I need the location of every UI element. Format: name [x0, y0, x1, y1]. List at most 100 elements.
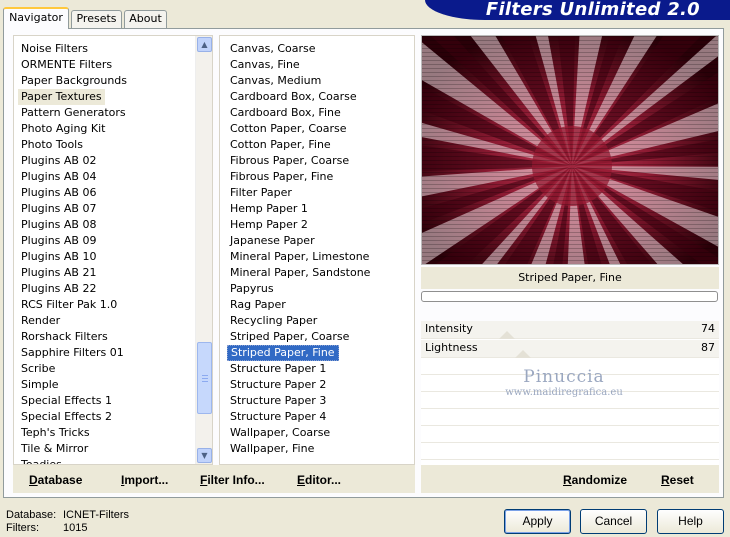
database-button[interactable]: Database — [29, 473, 82, 487]
list-item[interactable]: Paper Backgrounds — [18, 73, 130, 89]
slider-label: Lightness — [425, 341, 478, 354]
slider-value: 87 — [701, 341, 715, 354]
slider-lightness[interactable]: Lightness 87 — [421, 340, 719, 358]
slider-value: 74 — [701, 322, 715, 335]
list-item[interactable]: Recycling Paper — [227, 313, 320, 329]
list-item[interactable]: Structure Paper 2 — [227, 377, 329, 393]
tab-navigator[interactable]: Navigator — [3, 7, 69, 29]
tab-about[interactable]: About — [124, 10, 167, 28]
list-item[interactable]: Special Effects 1 — [18, 393, 115, 409]
editor-button[interactable]: Editor... — [297, 473, 341, 487]
list-item[interactable]: Filter Paper — [227, 185, 295, 201]
list-item[interactable]: Cardboard Box, Fine — [227, 105, 344, 121]
category-scrollbar[interactable]: ▲ ▼ — [195, 36, 212, 464]
list-item[interactable]: Cotton Paper, Fine — [227, 137, 334, 153]
list-item[interactable]: Hemp Paper 2 — [227, 217, 311, 233]
list-item[interactable]: Pattern Generators — [18, 105, 129, 121]
list-item[interactable]: ORMENTE Filters — [18, 57, 115, 73]
list-item[interactable]: Structure Paper 3 — [227, 393, 329, 409]
list-item[interactable]: Mineral Paper, Sandstone — [227, 265, 373, 281]
import-button[interactable]: Import... — [121, 473, 168, 487]
filter-info-button[interactable]: Filter Info... — [200, 473, 265, 487]
list-item[interactable]: Cotton Paper, Coarse — [227, 121, 350, 137]
list-item[interactable]: Cardboard Box, Coarse — [227, 89, 360, 105]
list-item[interactable]: Noise Filters — [18, 41, 91, 57]
list-item[interactable]: Tile & Mirror — [18, 441, 91, 457]
list-item[interactable]: Render — [18, 313, 63, 329]
preview-artwork — [422, 36, 718, 264]
empty-slider-row — [421, 410, 719, 426]
list-item[interactable]: Plugins AB 07 — [18, 201, 99, 217]
empty-slider-row — [421, 444, 719, 460]
list-item[interactable]: Toadies — [18, 457, 65, 464]
list-item[interactable]: Teph's Tricks — [18, 425, 93, 441]
list-item[interactable]: Photo Tools — [18, 137, 86, 153]
list-item[interactable]: Structure Paper 1 — [227, 361, 329, 377]
filter-list[interactable]: Canvas, Coarse Canvas, Fine Canvas, Medium… — [219, 35, 415, 465]
scroll-down-icon[interactable]: ▼ — [197, 448, 212, 463]
preview-filter-name: Striped Paper, Fine — [421, 267, 719, 289]
status-label: Filters: — [6, 522, 39, 534]
title-banner: Filters Unlimited 2.0 — [425, 0, 730, 20]
slider-thumb[interactable] — [515, 350, 531, 358]
list-item[interactable]: Rorshack Filters — [18, 329, 111, 345]
parameter-sliders: Intensity 74 Lightness 87 — [421, 321, 719, 465]
empty-slider-row — [421, 427, 719, 443]
list-item[interactable]: Canvas, Coarse — [227, 41, 319, 57]
list-item[interactable]: Plugins AB 21 — [18, 265, 99, 281]
list-item[interactable]: Striped Paper, Fine — [227, 345, 339, 361]
list-item[interactable]: Striped Paper, Coarse — [227, 329, 352, 345]
app-title: Filters Unlimited 2.0 — [485, 0, 700, 20]
list-item[interactable]: Sapphire Filters 01 — [18, 345, 127, 361]
status-value: 1015 — [63, 522, 88, 534]
cancel-button[interactable]: Cancel — [580, 509, 647, 534]
list-item[interactable]: Papyrus — [227, 281, 277, 297]
reset-button[interactable]: Reset — [661, 473, 694, 487]
list-item[interactable]: Scribe — [18, 361, 58, 377]
filter-actions-bar: Database Import... Filter Info... Editor… — [13, 465, 415, 493]
list-item[interactable]: Plugins AB 09 — [18, 233, 99, 249]
list-item[interactable]: Paper Textures — [18, 89, 105, 105]
list-item[interactable]: Plugins AB 06 — [18, 185, 99, 201]
status-filters: Filters: 1015 — [6, 522, 87, 534]
list-item[interactable]: Fibrous Paper, Fine — [227, 169, 336, 185]
list-item[interactable]: Plugins AB 22 — [18, 281, 99, 297]
list-item[interactable]: Fibrous Paper, Coarse — [227, 153, 352, 169]
list-item[interactable]: Special Effects 2 — [18, 409, 115, 425]
list-item[interactable]: Mineral Paper, Limestone — [227, 249, 372, 265]
status-value: ICNET-Filters — [63, 509, 129, 521]
tab-presets[interactable]: Presets — [71, 10, 122, 28]
list-item[interactable]: Wallpaper, Coarse — [227, 425, 333, 441]
list-item[interactable]: Plugins AB 04 — [18, 169, 99, 185]
list-item[interactable]: Canvas, Fine — [227, 57, 303, 73]
list-item[interactable]: Plugins AB 02 — [18, 153, 99, 169]
slider-thumb[interactable] — [499, 331, 515, 339]
list-item[interactable]: Photo Aging Kit — [18, 121, 108, 137]
preview-image — [421, 35, 719, 265]
list-item[interactable]: Plugins AB 10 — [18, 249, 99, 265]
help-button[interactable]: Help — [657, 509, 724, 534]
scroll-thumb[interactable] — [197, 342, 212, 414]
randomize-button[interactable]: Randomize — [563, 473, 627, 487]
list-item[interactable]: Simple — [18, 377, 62, 393]
progress-bar — [421, 291, 718, 302]
list-item[interactable]: Canvas, Medium — [227, 73, 324, 89]
list-item[interactable]: Wallpaper, Fine — [227, 441, 317, 457]
apply-button[interactable]: Apply — [504, 509, 571, 534]
list-item[interactable]: Rag Paper — [227, 297, 289, 313]
list-item[interactable]: RCS Filter Pak 1.0 — [18, 297, 120, 313]
status-database: Database: ICNET-Filters — [6, 509, 129, 521]
scroll-up-icon[interactable]: ▲ — [197, 37, 212, 52]
empty-slider-row — [421, 393, 719, 409]
empty-slider-row — [421, 359, 719, 375]
list-item[interactable]: Structure Paper 4 — [227, 409, 329, 425]
list-item[interactable]: Plugins AB 08 — [18, 217, 99, 233]
preview-actions-bar: Randomize Reset — [421, 465, 719, 493]
slider-intensity[interactable]: Intensity 74 — [421, 321, 719, 339]
list-item[interactable]: Japanese Paper — [227, 233, 318, 249]
empty-slider-row — [421, 376, 719, 392]
list-item[interactable]: Hemp Paper 1 — [227, 201, 311, 217]
status-label: Database: — [6, 509, 57, 521]
slider-label: Intensity — [425, 322, 473, 335]
category-list[interactable]: ▲ ▼ Noise Filters ORMENTE Filters Paper Ba… — [13, 35, 213, 465]
